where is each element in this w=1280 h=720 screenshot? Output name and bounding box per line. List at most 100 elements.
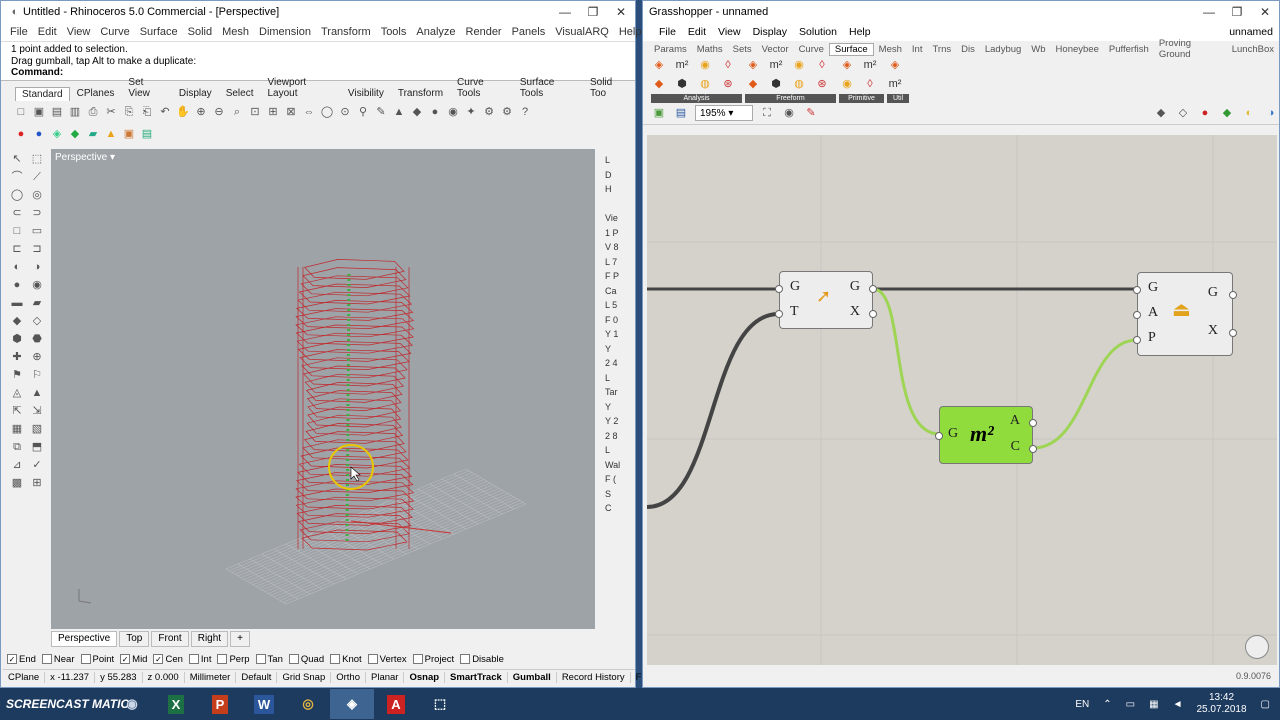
- command-tool-icon[interactable]: ▩: [8, 475, 26, 493]
- osnap-end[interactable]: ✓ End: [7, 654, 36, 665]
- toolbar-icon[interactable]: ⎘: [121, 104, 137, 120]
- component-icon[interactable]: ◆: [745, 76, 761, 92]
- colour-icon[interactable]: ◐: [1241, 105, 1257, 121]
- command-tool-icon[interactable]: ⚑: [8, 367, 26, 385]
- maximize-button[interactable]: ❐: [579, 5, 607, 19]
- command-tool-icon[interactable]: ⇱: [8, 403, 26, 421]
- input-grip[interactable]: [775, 310, 783, 318]
- shade-mode-icon[interactable]: ●: [13, 126, 29, 142]
- toolbar-icon[interactable]: ⚲: [355, 104, 371, 120]
- command-tool-icon[interactable]: ⧉: [8, 439, 26, 457]
- panel-row[interactable]: Vie: [601, 211, 633, 226]
- panel-row[interactable]: Y 2: [601, 414, 633, 429]
- add-view-tab-icon[interactable]: +: [230, 631, 250, 647]
- status-item[interactable]: Ortho: [331, 672, 366, 683]
- status-item[interactable]: Grid Snap: [277, 672, 332, 683]
- menu-edit[interactable]: Edit: [33, 26, 62, 38]
- component-icon[interactable]: ⊛: [814, 76, 830, 92]
- component-icon[interactable]: ◊: [720, 57, 736, 73]
- osnap-checkbox[interactable]: ✓: [153, 654, 164, 664]
- toolbar-icon[interactable]: ▥: [67, 104, 83, 120]
- command-tool-icon[interactable]: ⊿: [8, 457, 26, 475]
- toolbar-icon[interactable]: ⊙: [337, 104, 353, 120]
- component-icon[interactable]: ◈: [887, 57, 903, 73]
- rhino-taskbar-button[interactable]: ◈: [330, 689, 374, 719]
- command-tool-icon[interactable]: ⊕: [28, 349, 46, 367]
- toolbar-icon[interactable]: ⎗: [139, 104, 155, 120]
- menu-surface[interactable]: Surface: [135, 26, 183, 38]
- toolbar-icon[interactable]: ▲: [391, 104, 407, 120]
- component-icon[interactable]: ◊: [814, 57, 830, 73]
- command-prompt[interactable]: Command:: [11, 67, 63, 78]
- menu-view[interactable]: View: [62, 26, 96, 38]
- gh-canvas[interactable]: G T G X ➚ G A P G X ⏏ G A C m²: [647, 135, 1277, 665]
- command-tool-icon[interactable]: ◑: [28, 259, 46, 277]
- panel-row[interactable]: D: [601, 168, 633, 183]
- panel-row[interactable]: Ca: [601, 284, 633, 299]
- viewport-canvas[interactable]: [51, 149, 595, 629]
- osnap-cen[interactable]: ✓ Cen: [153, 654, 183, 665]
- command-tool-icon[interactable]: ⬚: [28, 151, 46, 169]
- gh-tab-ladybug[interactable]: Ladybug: [980, 44, 1026, 55]
- gh-tab-curve[interactable]: Curve: [794, 44, 829, 55]
- selected-preview-icon[interactable]: ◆: [1219, 105, 1235, 121]
- osnap-perp[interactable]: Perp: [217, 654, 250, 665]
- gh-tab-lunchbox[interactable]: LunchBox: [1227, 44, 1279, 55]
- shade-mode-icon[interactable]: ▲: [103, 126, 119, 142]
- input-grip[interactable]: [1133, 286, 1141, 294]
- language-indicator[interactable]: EN: [1075, 699, 1089, 710]
- show-hidden-icons[interactable]: ⌃: [1103, 699, 1111, 710]
- menu-analyze[interactable]: Analyze: [411, 26, 460, 38]
- command-tool-icon[interactable]: ⬒: [28, 439, 46, 457]
- gh-tab-wb[interactable]: Wb: [1026, 44, 1050, 55]
- panel-row[interactable]: Y 1: [601, 327, 633, 342]
- chrome-taskbar-button[interactable]: ◎: [286, 689, 330, 719]
- gh-tab-trns[interactable]: Trns: [927, 44, 956, 55]
- acrobat-taskbar-button[interactable]: A: [374, 689, 418, 719]
- preview-mode-icon[interactable]: ◆: [1153, 105, 1169, 121]
- osnap-checkbox[interactable]: [460, 654, 471, 664]
- component-icon[interactable]: m²: [674, 57, 690, 73]
- command-tool-icon[interactable]: ▬: [8, 295, 26, 313]
- gh-minimize-button[interactable]: —: [1195, 5, 1223, 19]
- component-icon[interactable]: ◈: [745, 57, 761, 73]
- menu-transform[interactable]: Transform: [316, 26, 376, 38]
- toolbar-icon[interactable]: ⊠: [283, 104, 299, 120]
- component-icon[interactable]: ◊: [862, 76, 878, 92]
- tab-select[interactable]: Select: [219, 86, 261, 101]
- osnap-knot[interactable]: Knot: [330, 654, 362, 665]
- gh-tab-proving-ground[interactable]: Proving Ground: [1154, 38, 1227, 60]
- command-tool-icon[interactable]: ◯: [8, 187, 26, 205]
- component-icon[interactable]: m²: [768, 57, 784, 73]
- command-tool-icon[interactable]: ⟋: [28, 169, 46, 187]
- component-icon[interactable]: ◈: [839, 57, 855, 73]
- network-icon[interactable]: ▦: [1149, 699, 1158, 710]
- panel-row[interactable]: [601, 197, 633, 212]
- battery-icon[interactable]: ▭: [1126, 699, 1135, 710]
- toolbar-icon[interactable]: ▣: [31, 104, 47, 120]
- component-icon[interactable]: ◆: [651, 76, 667, 92]
- panel-row[interactable]: V 8: [601, 240, 633, 255]
- tab-standard[interactable]: Standard: [15, 87, 70, 101]
- gh-maximize-button[interactable]: ❐: [1223, 5, 1251, 19]
- menu-mesh[interactable]: Mesh: [217, 26, 254, 38]
- shaded-preview-icon[interactable]: ●: [1197, 105, 1213, 121]
- output-grip[interactable]: [1029, 419, 1037, 427]
- osnap-checkbox[interactable]: ✓: [120, 654, 131, 664]
- toolbar-icon[interactable]: ◯: [319, 104, 335, 120]
- osnap-checkbox[interactable]: [412, 654, 423, 664]
- panel-row[interactable]: Tar: [601, 385, 633, 400]
- component-icon[interactable]: ◉: [697, 57, 713, 73]
- osnap-vertex[interactable]: Vertex: [367, 654, 407, 665]
- menu-visualarq[interactable]: VisualARQ: [550, 26, 614, 38]
- shade-mode-icon[interactable]: ▤: [139, 126, 155, 142]
- panel-row[interactable]: S: [601, 487, 633, 502]
- command-tool-icon[interactable]: ⊞: [28, 475, 46, 493]
- toolbar-icon[interactable]: ⎙: [85, 104, 101, 120]
- scale-component[interactable]: G A P G X ⏏: [1133, 272, 1237, 356]
- toolbar-icon[interactable]: ⊕: [193, 104, 209, 120]
- panel-row[interactable]: 2 8: [601, 429, 633, 444]
- component-icon[interactable]: m²: [887, 76, 903, 92]
- osnap-checkbox[interactable]: [188, 654, 199, 664]
- gh-tab-mesh[interactable]: Mesh: [874, 44, 907, 55]
